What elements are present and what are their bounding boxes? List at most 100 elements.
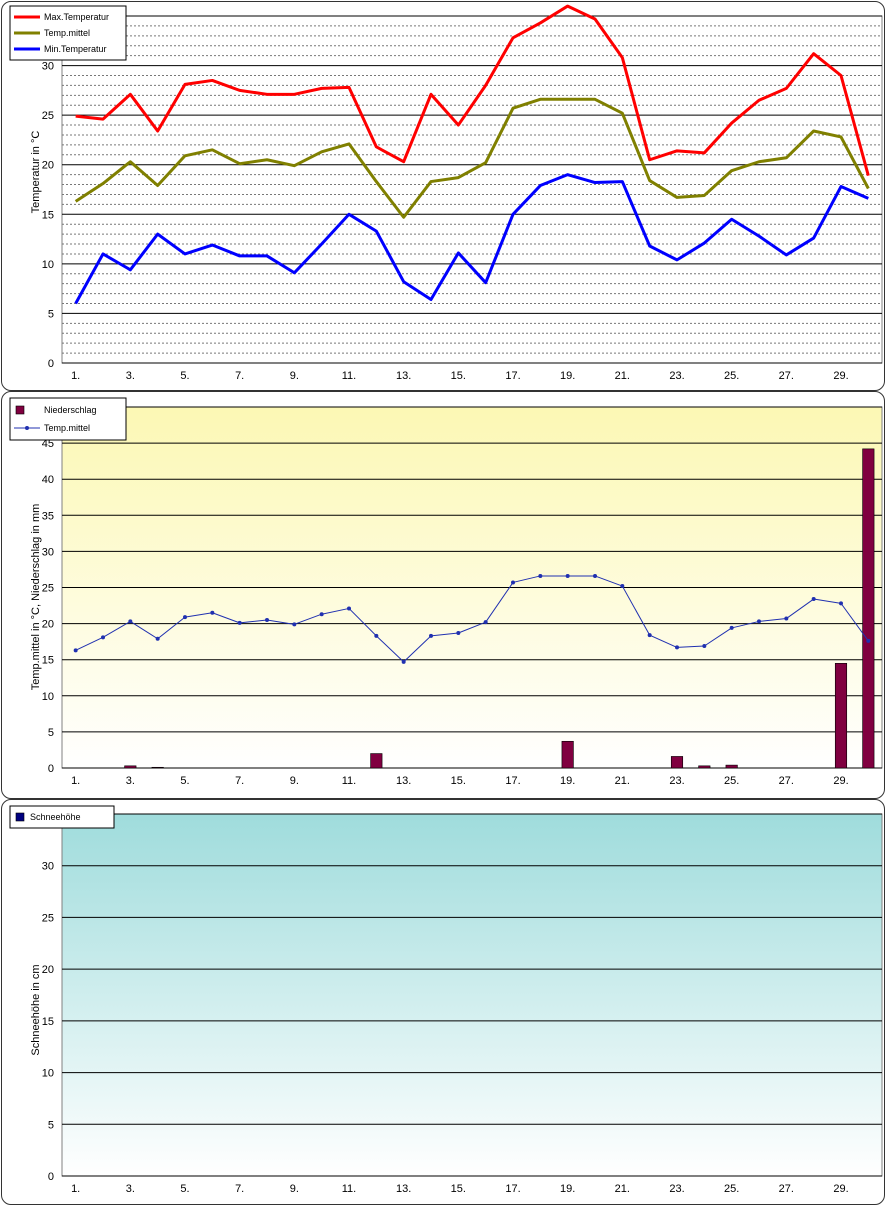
bar [862,448,875,769]
legend: Niederschlag Temp.mittel [9,397,127,441]
legend-marker [25,426,29,430]
series-point [210,610,215,615]
x-tick-label: 25. [724,1183,739,1195]
y-tick-label: 25 [42,583,54,595]
x-tick-label: 15. [451,1183,466,1195]
legend: Max.Temperatur Temp.mittel Min.Temperatur [9,5,127,61]
x-tick-label: 27. [779,370,794,382]
series-point [128,619,133,624]
series-point [155,636,160,641]
x-tick-label: 13. [396,370,411,382]
y-tick-label: 10 [42,1068,54,1080]
x-tick-label: 17. [505,1183,520,1195]
x-tick-label: 17. [505,370,520,382]
x-tick-label: 15. [451,370,466,382]
snow-depth-chart: 0 5 10 15 20 25 30 1. 3. 5. 7. 9. 11. 13. 15. 17. 19. 21.… [9,805,883,1195]
bar [834,663,848,769]
y-tick-label: 5 [48,1119,54,1131]
x-tick-label: 1. [71,1183,80,1195]
legend-label: Niederschlag [44,405,97,415]
x-tick-label: 9. [290,1183,299,1195]
series-point [319,612,324,617]
y-tick-label: 40 [42,474,54,486]
y-tick-label: 5 [48,308,54,320]
series-point [620,584,625,589]
y-tick-label: 20 [42,160,54,172]
x-tick-label: 11. [342,370,356,382]
bar [124,765,137,769]
series-point [784,616,789,621]
x-tick-label: 19. [560,1183,575,1195]
x-tick-label: 3. [126,775,135,787]
x-tick-label: 5. [180,370,189,382]
x-tick-label: 13. [396,775,411,787]
x-tick-label: 29. [833,1183,848,1195]
series-point [675,645,679,650]
x-tick-label: 25. [724,775,739,787]
precipitation-chart-panel: 0 5 10 15 20 25 30 35 40 45 1. 3. 5. 7. 9. 11. 13. 15. 17.… [1,391,885,799]
x-tick-label: 13. [396,1183,411,1195]
series-point [839,601,843,606]
series-point [483,620,488,625]
snow-depth-chart-panel: 0 5 10 15 20 25 30 1. 3. 5. 7. 9. 11. 13. 15. 17. 19. 21.… [1,799,885,1205]
x-tick-label: 9. [290,775,299,787]
plot-area [61,15,883,364]
y-tick-label: 5 [48,727,54,739]
y-tick-label: 30 [42,546,54,558]
legend-label: Schneehöhe [30,812,81,822]
y-tick-label: 10 [42,691,54,703]
x-tick-label: 27. [779,1183,794,1195]
x-tick-label: 25. [724,370,739,382]
x-tick-label: 23. [669,370,684,382]
x-tick-label: 3. [126,1183,135,1195]
x-tick-label: 7. [235,775,244,787]
series-point [292,622,297,627]
x-tick-label: 23. [669,1183,684,1195]
series-point [101,635,105,640]
series-point [647,633,652,638]
y-tick-label: 15 [42,1016,54,1028]
bar [561,740,574,769]
bar [151,766,164,769]
x-tick-label: 29. [833,370,848,382]
y-axis-title: Schneehöhe in cm [30,964,42,1055]
series-point [511,580,515,585]
y-axis-title: Temp.mittel in °C, Niederschlag in mm [30,504,42,691]
x-tick-label: 5. [180,775,189,787]
x-tick-label: 17. [505,775,520,787]
legend-label: Temp.mittel [44,28,90,38]
x-tick-label: 29. [833,775,848,787]
x-tick-label: 1. [71,370,80,382]
x-tick-label: 9. [290,370,299,382]
x-tick-label: 19. [560,775,575,787]
y-tick-label: 20 [42,619,54,631]
plot-area [61,813,883,1177]
y-tick-label: 25 [42,110,54,122]
legend-label: Min.Temperatur [44,44,107,54]
x-tick-label: 1. [71,775,80,787]
x-tick-label: 11. [342,775,356,787]
y-tick-label: 10 [42,259,54,271]
x-tick-label: 27. [779,775,794,787]
legend: Schneehöhe [9,805,115,829]
x-tick-label: 23. [669,775,684,787]
x-tick-label: 5. [180,1183,189,1195]
temperature-chart-panel: 0 5 10 15 20 25 30 1. 3. 5. 7. 9. 11. 13. 15. 17. 19. 21.… [1,1,885,391]
series-point [538,573,543,578]
series-point [702,643,707,648]
series-point [811,597,816,602]
x-tick-label: 21. [615,775,630,787]
x-tick-label: 7. [235,370,244,382]
legend-label: Max.Temperatur [44,12,109,22]
series-point [757,619,761,624]
legend-swatch [15,405,25,415]
y-tick-label: 0 [48,358,54,370]
series-point [401,659,406,664]
y-tick-label: 35 [42,510,54,522]
y-tick-label: 20 [42,964,54,976]
x-tick-label: 19. [560,370,575,382]
series-point [729,625,734,630]
y-tick-label: 0 [48,763,54,775]
y-tick-label: 15 [42,209,54,221]
bar [698,765,711,769]
